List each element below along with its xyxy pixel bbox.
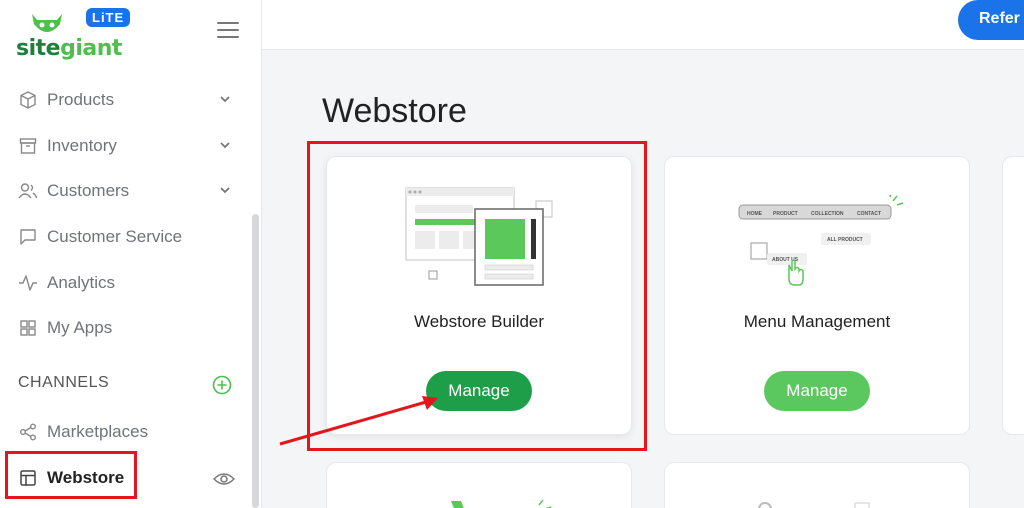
sidebar-item-label: My Apps <box>47 318 113 337</box>
pulse-icon <box>18 273 38 293</box>
sidebar-item-marketplaces[interactable]: Marketplaces <box>18 418 240 446</box>
chevron-down-icon[interactable] <box>218 183 232 197</box>
refer-button[interactable]: Refer <box>958 0 1024 40</box>
svg-text:ALL PRODUCT: ALL PRODUCT <box>827 237 863 243</box>
sidebar-item-products[interactable]: Products <box>18 86 240 114</box>
svg-text:PRODUCT: PRODUCT <box>773 211 798 217</box>
brand-name: sitegiant <box>16 36 122 61</box>
grid-icon <box>18 318 38 338</box>
annotation-arrow-icon <box>279 396 438 446</box>
partial-card[interactable] <box>326 462 632 508</box>
svg-text:HOME: HOME <box>747 211 763 217</box>
chevron-down-icon[interactable] <box>218 92 232 106</box>
sidebar-scrollbar[interactable] <box>252 214 259 508</box>
archive-icon <box>18 136 38 156</box>
partial-card[interactable] <box>1002 156 1024 435</box>
svg-text:COLLECTION: COLLECTION <box>811 211 844 217</box>
lite-badge: LiTE <box>86 8 131 27</box>
sidebar-item-label: Customers <box>47 181 130 200</box>
top-bar <box>262 0 1024 50</box>
add-channel-icon[interactable] <box>212 375 232 395</box>
sidebar-item-my-apps[interactable]: My Apps <box>18 314 240 342</box>
sidebar-item-customers[interactable]: Customers <box>18 177 240 205</box>
users-icon <box>18 181 38 201</box>
manage-button[interactable]: Manage <box>764 371 870 411</box>
mascot-icon <box>32 14 62 32</box>
eye-icon[interactable] <box>213 470 235 488</box>
card-title: Menu Management <box>743 312 891 331</box>
channels-heading: CHANNELS <box>18 374 110 391</box>
svg-text:CONTACT: CONTACT <box>857 211 881 217</box>
menu-toggle-icon[interactable] <box>217 22 239 40</box>
menu-management-card[interactable]: HOME PRODUCT COLLECTION CONTACT ALL PROD… <box>664 156 970 435</box>
card-illustration <box>451 499 552 508</box>
sidebar-item-label: Customer Service <box>47 227 183 246</box>
chat-icon <box>18 227 38 247</box>
webstore-highlight-box <box>5 451 137 499</box>
menu-management-illustration: HOME PRODUCT COLLECTION CONTACT ALL PROD… <box>738 195 904 286</box>
sitegiant-logo[interactable]: LiTE sitegiant <box>16 8 136 61</box>
box-icon <box>18 90 38 110</box>
partial-card[interactable] <box>664 462 970 508</box>
sidebar-item-label: Marketplaces <box>47 422 149 441</box>
sidebar-item-label: Inventory <box>47 136 117 155</box>
sidebar-item-customer-service[interactable]: Customer Service <box>18 223 240 251</box>
sidebar-item-inventory[interactable]: Inventory <box>18 132 240 160</box>
chevron-down-icon[interactable] <box>218 138 232 152</box>
card-illustration <box>758 502 870 508</box>
sidebar-item-label: Products <box>47 90 115 109</box>
share-icon <box>18 422 38 442</box>
sidebar: LiTE sitegiant Products Inventory Custom… <box>0 0 262 508</box>
sidebar-item-label: Analytics <box>47 273 116 292</box>
page-title: Webstore <box>322 92 467 130</box>
sidebar-item-analytics[interactable]: Analytics <box>18 269 240 297</box>
